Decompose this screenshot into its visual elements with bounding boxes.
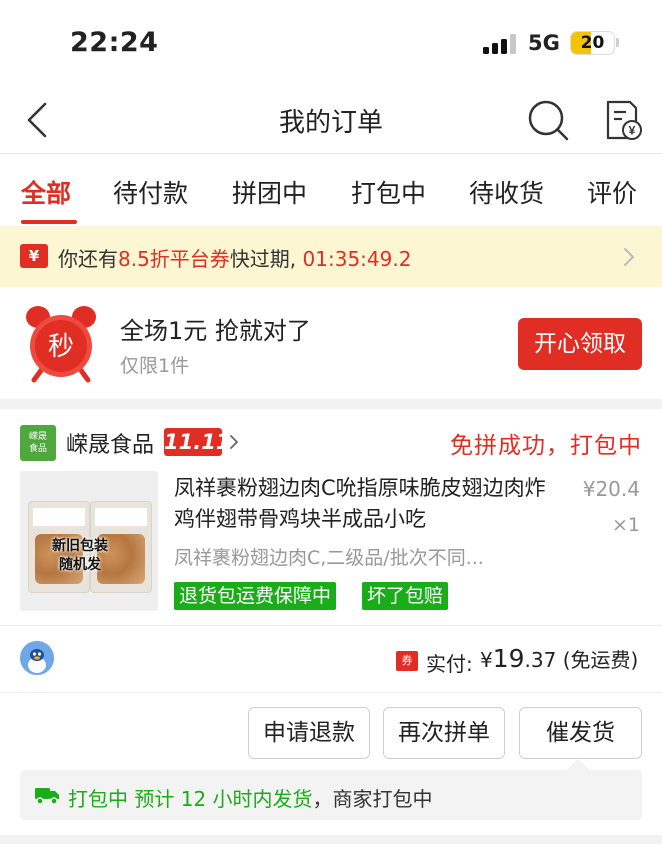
shipping-eta: 预计 12 小时内发货	[134, 787, 313, 811]
active-tab-indicator	[21, 220, 77, 224]
chevron-right-icon	[624, 248, 634, 266]
avatar[interactable]	[20, 641, 54, 675]
promo-title: 全场1元 抢就对了	[120, 317, 311, 345]
search-icon[interactable]	[526, 98, 570, 142]
paid-integer: 19	[492, 644, 525, 673]
coupon-icon: ¥	[20, 244, 48, 268]
divider	[0, 692, 662, 693]
tab-pending-payment[interactable]: 待付款	[113, 174, 188, 210]
urge-shipping-button[interactable]: 催发货	[519, 707, 642, 759]
network-type: 5G	[528, 31, 560, 55]
reorder-button[interactable]: 再次拼单	[383, 707, 505, 759]
request-refund-button[interactable]: 申请退款	[248, 707, 370, 759]
paid-amount: ¥19.37 (免运费)	[480, 644, 638, 673]
promo-subtitle: 仅限1件	[120, 355, 190, 377]
paid-label: 实付:	[426, 652, 473, 676]
shipping-note: ，商家打包中	[312, 787, 433, 811]
damage-guarantee-tag: 坏了包赔	[362, 582, 449, 610]
paid-note: (免运费)	[562, 648, 639, 672]
coupon-middle: 快过期,	[229, 247, 303, 271]
product-quantity: ×1	[611, 514, 640, 536]
product-title[interactable]: 凤祥裹粉翅边肉C吮指原味脆皮翅边肉炸鸡伴翅带骨鸡块半成品小吃	[174, 473, 554, 535]
chevron-right-icon[interactable]	[228, 434, 240, 450]
tab-packing[interactable]: 打包中	[351, 174, 426, 210]
coupon-used-icon: 券	[396, 651, 418, 671]
tab-to-receive[interactable]: 待收货	[469, 174, 544, 210]
product-spec: 凤祥裹粉翅边肉C,二级品/批次不同...	[174, 547, 484, 569]
status-bar: 22:24 5G 20	[0, 0, 662, 88]
avatar-image	[20, 641, 54, 675]
store-name[interactable]: 嵘晟食品	[66, 427, 154, 459]
divider	[0, 625, 662, 626]
nav-bar: 我的订单 ¥	[0, 88, 662, 154]
shipping-text: 打包中 预计 12 小时内发货，商家打包中	[68, 783, 433, 812]
status-time: 22:24	[70, 27, 159, 58]
bill-icon[interactable]: ¥	[600, 98, 644, 142]
signal-icon	[483, 34, 519, 54]
product-image[interactable]: 新旧包装 随机发	[20, 471, 158, 611]
svg-text:¥: ¥	[629, 124, 636, 138]
store-logo[interactable]: 嵘晟 食品	[20, 425, 56, 461]
order-card: 嵘晟 食品 嵘晟食品 11.11 免拼成功，打包中 新旧包装 随机发 凤祥裹粉翅边肉…	[0, 409, 662, 835]
paid-decimal: .37	[524, 648, 557, 672]
product-price: ¥20.4	[582, 477, 640, 501]
order-status: 免拼成功，打包中	[450, 433, 642, 459]
flash-sale-promo: 秒 全场1元 抢就对了 仅限1件 开心领取	[0, 287, 662, 399]
coupon-expiry-banner[interactable]: ¥ 你还有8.5折平台券快过期, 01:35:49.2	[0, 226, 662, 287]
order-tabs: 全部 待付款 拼团中 打包中 待收货 评价	[0, 154, 662, 226]
coupon-prefix: 你还有	[58, 247, 118, 271]
claim-button[interactable]: 开心领取	[518, 318, 642, 370]
battery-icon: 20	[570, 31, 615, 55]
product-image-caption: 新旧包装 随机发	[52, 538, 108, 573]
coupon-highlight: 8.5折平台券	[118, 247, 230, 271]
battery-nub	[616, 38, 619, 47]
tab-review[interactable]: 评价	[587, 174, 637, 210]
shipping-status: 打包中	[68, 787, 128, 811]
tab-all[interactable]: 全部	[21, 174, 71, 210]
truck-icon	[35, 788, 59, 805]
paid-currency: ¥	[480, 648, 493, 672]
promo-icon-glyph: 秒	[48, 332, 74, 362]
return-shipping-tag: 退货包运费保障中	[174, 582, 337, 610]
double-eleven-badge: 11.11	[164, 428, 231, 456]
tab-group-buying[interactable]: 拼团中	[232, 174, 307, 210]
coupon-message: 你还有8.5折平台券快过期, 01:35:49.2	[58, 243, 411, 272]
alarm-clock-icon: 秒	[26, 306, 96, 383]
coupon-countdown: 01:35:49.2	[302, 247, 412, 271]
battery-level: 20	[580, 33, 605, 53]
